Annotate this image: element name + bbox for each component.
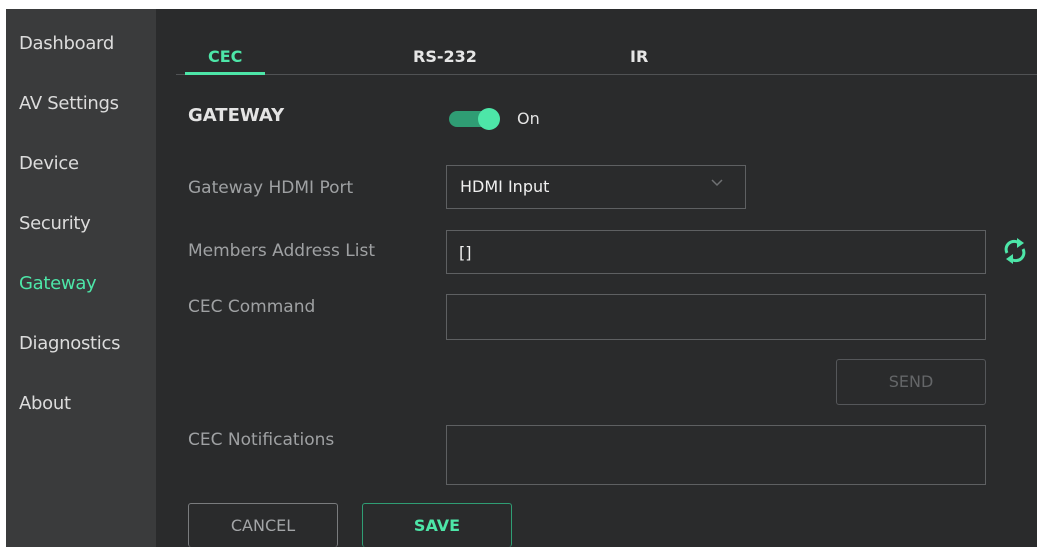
- refresh-icon[interactable]: [1002, 235, 1028, 267]
- cec-command-label: CEC Command: [188, 297, 316, 317]
- toggle-knob: [478, 108, 500, 130]
- active-tab-indicator: [185, 72, 265, 75]
- cec-notifications-label: CEC Notifications: [188, 430, 335, 450]
- tab-cec[interactable]: CEC: [208, 47, 242, 66]
- chevron-down-icon: [711, 179, 723, 187]
- sidebar-item-gateway[interactable]: Gateway: [19, 273, 97, 294]
- save-button[interactable]: SAVE: [362, 503, 512, 547]
- toggle-state-label: On: [517, 109, 540, 128]
- gateway-hdmi-port-label: Gateway HDMI Port: [188, 178, 354, 198]
- cancel-button[interactable]: CANCEL: [188, 503, 338, 547]
- sidebar: Dashboard AV Settings Device Security Ga…: [6, 9, 156, 547]
- gateway-toggle[interactable]: [449, 108, 503, 130]
- app-window: Dashboard AV Settings Device Security Ga…: [6, 9, 1037, 547]
- main-panel: CEC RS-232 IR GATEWAY On Gateway HDMI Po…: [156, 9, 1037, 547]
- sidebar-item-about[interactable]: About: [19, 393, 71, 414]
- members-address-list-label: Members Address List: [188, 241, 376, 261]
- select-value: HDMI Input: [460, 177, 550, 196]
- members-address-list-input[interactable]: [446, 230, 986, 274]
- sidebar-item-dashboard[interactable]: Dashboard: [19, 33, 114, 54]
- sidebar-item-device[interactable]: Device: [19, 153, 79, 174]
- gateway-hdmi-port-select[interactable]: HDMI Input: [446, 165, 746, 209]
- cec-command-input[interactable]: [446, 294, 986, 340]
- sidebar-item-diagnostics[interactable]: Diagnostics: [19, 333, 120, 354]
- tabs-divider: [176, 74, 1037, 75]
- section-title: GATEWAY: [188, 105, 285, 126]
- sidebar-item-av-settings[interactable]: AV Settings: [19, 93, 119, 114]
- tab-rs-232[interactable]: RS-232: [413, 47, 477, 66]
- sidebar-item-security[interactable]: Security: [19, 213, 91, 234]
- cec-notifications-textarea[interactable]: [446, 425, 986, 485]
- tab-ir[interactable]: IR: [630, 47, 648, 66]
- send-button[interactable]: SEND: [836, 359, 986, 405]
